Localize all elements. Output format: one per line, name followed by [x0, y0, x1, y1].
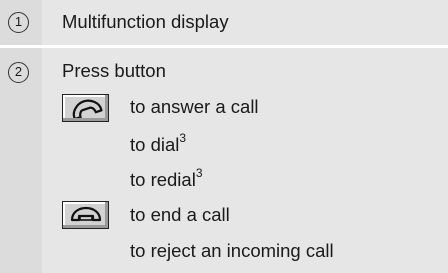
- legend-table: 1 Multifunction display 2 Press button t…: [0, 0, 448, 273]
- item-number-2: 2: [8, 62, 29, 83]
- phone-answer-button-icon: [62, 94, 109, 122]
- reject-call-text: to reject an incoming call: [130, 240, 334, 261]
- redial-text: to redial3: [130, 165, 203, 190]
- multifunction-display-label: Multifunction display: [62, 11, 229, 32]
- row-divider: [0, 45, 448, 48]
- answer-call-text: to answer a call: [130, 96, 259, 117]
- press-button-label: Press button: [62, 60, 166, 81]
- item-number-1: 1: [8, 12, 29, 33]
- footnote-marker: 3: [195, 165, 203, 180]
- dial-text: to dial3: [130, 130, 187, 155]
- end-call-text: to end a call: [130, 204, 230, 225]
- phone-end-button-icon: [62, 201, 109, 229]
- footnote-marker: 3: [179, 130, 187, 145]
